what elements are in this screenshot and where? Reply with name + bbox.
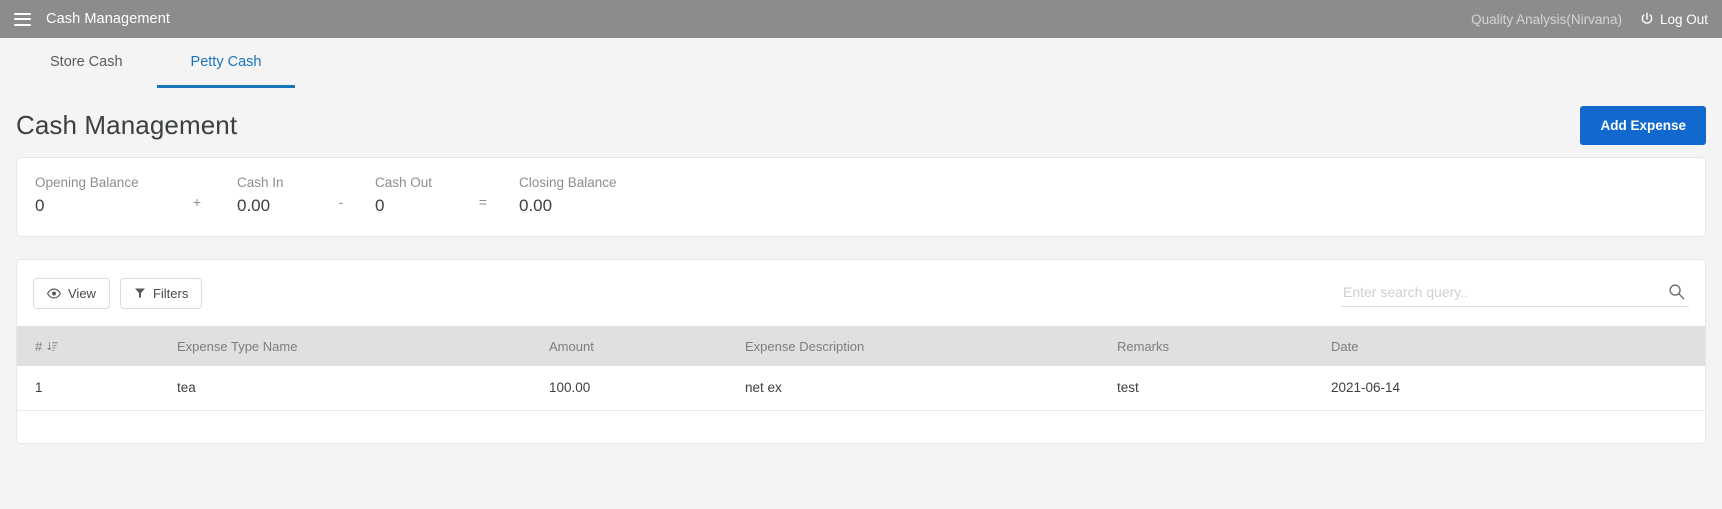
column-header-amount[interactable]: Amount	[549, 326, 745, 366]
funnel-icon	[134, 288, 145, 298]
page-title: Cash Management	[16, 110, 238, 140]
column-header-remarks[interactable]: Remarks	[1117, 326, 1331, 366]
user-account-label: Quality Analysis(Nirvana)	[1471, 11, 1622, 27]
opening-balance-block: Opening Balance 0	[35, 175, 157, 216]
column-header-description[interactable]: Expense Description	[745, 326, 1117, 366]
tab-petty-cash[interactable]: Petty Cash	[156, 38, 296, 88]
column-header-expense-type[interactable]: Expense Type Name	[177, 326, 549, 366]
cash-in-label: Cash In	[237, 175, 284, 190]
balance-summary-card: Opening Balance 0 + Cash In 0.00 - Cash …	[16, 157, 1706, 237]
cell-amount: 100.00	[549, 366, 745, 411]
expense-table: # Expense Type Name Amount Expense Descr…	[17, 326, 1705, 411]
hamburger-icon[interactable]	[14, 12, 31, 26]
column-header-date[interactable]: Date	[1331, 326, 1705, 366]
operator-equals: =	[478, 194, 488, 210]
cell-date: 2021-06-14	[1331, 366, 1705, 411]
cell-remarks: test	[1117, 366, 1331, 411]
logout-button[interactable]: Log Out	[1640, 12, 1708, 27]
closing-balance-block: Closing Balance 0.00	[519, 175, 617, 216]
tab-bar: Store Cash Petty Cash	[0, 38, 1722, 88]
table-header-row: # Expense Type Name Amount Expense Descr…	[17, 326, 1705, 366]
top-bar: Cash Management Quality Analysis(Nirvana…	[0, 0, 1722, 38]
add-expense-button[interactable]: Add Expense	[1580, 106, 1706, 145]
top-bar-right: Quality Analysis(Nirvana) Log Out	[1471, 12, 1708, 27]
closing-balance-label: Closing Balance	[519, 175, 617, 190]
cell-description: net ex	[745, 366, 1117, 411]
table-footer	[17, 410, 1705, 443]
search-icon	[1669, 284, 1685, 300]
table-row[interactable]: 1 tea 100.00 net ex test 2021-06-14	[17, 366, 1705, 411]
cash-in-block: Cash In 0.00	[237, 175, 307, 216]
tab-store-cash[interactable]: Store Cash	[16, 38, 157, 88]
filters-label: Filters	[152, 285, 189, 301]
cell-index: 1	[17, 366, 177, 411]
cash-in-value: 0.00	[237, 196, 271, 215]
filters-button[interactable]: Filters	[119, 277, 203, 309]
operator-minus: -	[338, 194, 344, 210]
view-button[interactable]: View	[33, 277, 110, 309]
column-header-index-label: #	[35, 338, 43, 354]
logout-label: Log Out	[1659, 11, 1708, 27]
search-box	[1341, 279, 1689, 307]
cash-out-value: 0	[375, 196, 385, 215]
app-title: Cash Management	[46, 11, 171, 27]
eye-icon	[47, 288, 61, 298]
expense-table-card: View Filters #	[16, 259, 1706, 444]
search-button[interactable]	[1666, 283, 1687, 300]
page-header: Cash Management Add Expense	[0, 88, 1722, 157]
operator-plus: +	[192, 194, 202, 210]
view-label: View	[68, 285, 96, 301]
cash-out-block: Cash Out 0	[375, 175, 447, 216]
search-input[interactable]	[1343, 283, 1666, 300]
opening-balance-label: Opening Balance	[35, 175, 139, 190]
cash-out-label: Cash Out	[375, 175, 433, 190]
closing-balance-value: 0.00	[519, 196, 553, 215]
table-toolbar: View Filters	[17, 260, 1705, 326]
sort-descending-icon	[47, 341, 59, 351]
opening-balance-value: 0	[35, 196, 45, 215]
column-header-index[interactable]: #	[17, 326, 177, 366]
cell-expense-type: tea	[177, 366, 549, 411]
power-icon	[1641, 12, 1653, 24]
